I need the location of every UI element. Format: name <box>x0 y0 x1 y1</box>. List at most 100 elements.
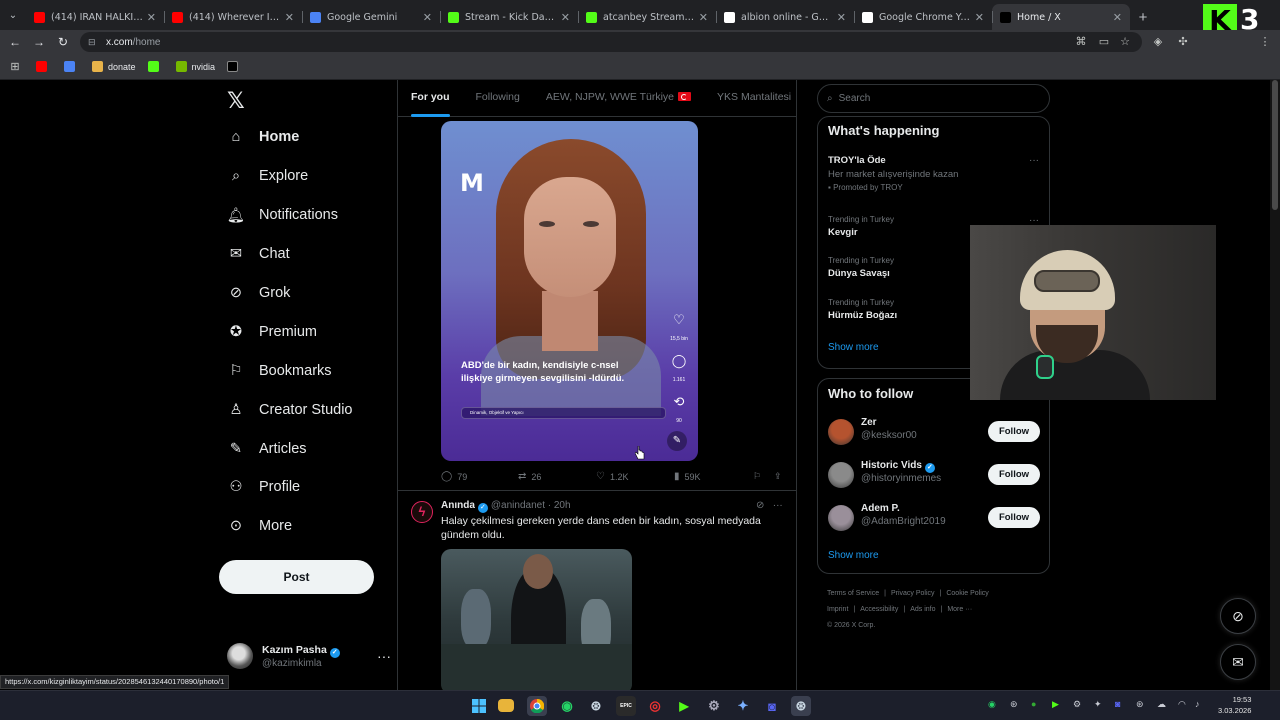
nav-profile[interactable]: ⚇ Profile <box>227 478 301 496</box>
bookmark-item[interactable] <box>36 61 52 72</box>
tray-steam2-icon[interactable]: ⊛ <box>1136 699 1144 710</box>
nav-notifications[interactable]: 🔔︎ Notifications <box>227 206 338 224</box>
trend-more-icon[interactable]: ··· <box>1029 155 1039 166</box>
author-avatar[interactable]: ϟ <box>411 501 433 523</box>
follow-button[interactable]: Follow <box>988 464 1040 485</box>
settings-gear-icon[interactable]: ⚙ <box>704 696 724 716</box>
follow-suggestion[interactable]: Adem P. @AdamBright2019 Follow <box>828 503 1040 535</box>
follow-suggestion[interactable]: Historic Vids ✓ @historyinmemes Follow <box>828 460 1040 492</box>
nav-chat[interactable]: ✉ Chat <box>227 245 290 263</box>
address-bar[interactable]: ⊟ x.com/home <box>80 32 1142 52</box>
bookmark-item[interactable]: donate <box>92 61 136 72</box>
whatsapp-icon[interactable]: ◉ <box>557 696 577 716</box>
steam-icon[interactable]: ⊛ <box>586 696 606 716</box>
system-clock[interactable]: 19:53 3.03.2026 <box>1218 694 1251 716</box>
tray-whatsapp-icon[interactable]: ◉ <box>988 699 996 710</box>
grok-fab-icon[interactable]: ⊘ <box>1220 598 1256 634</box>
messages-fab-icon[interactable]: ✉ <box>1220 644 1256 680</box>
browser-tab[interactable]: Google Chrome Yardım ✕ <box>854 4 992 30</box>
page-scrollbar[interactable] <box>1270 80 1280 690</box>
nav-premium[interactable]: ✪ Premium <box>227 323 317 341</box>
translate-icon[interactable]: ⌘ <box>1074 35 1088 49</box>
apps-grid-icon[interactable]: ⊞ <box>8 60 22 74</box>
suggestion-avatar[interactable] <box>828 505 854 531</box>
media-player-icon[interactable]: ▶ <box>674 696 694 716</box>
shield-extension-icon[interactable]: ◈ <box>1151 35 1165 49</box>
forward-icon[interactable]: → <box>27 35 51 49</box>
repost-button[interactable]: ⇄ 26 <box>518 471 541 482</box>
post-button[interactable]: Post <box>219 560 374 594</box>
epic-games-icon[interactable]: EPIC <box>616 696 636 716</box>
tray-media-icon[interactable]: ▶ <box>1052 699 1059 710</box>
bookmark-item[interactable] <box>64 61 80 72</box>
wifi-icon[interactable]: ◠ <box>1178 699 1186 710</box>
browser-tab[interactable]: (414) Wherever I May Ro ✕ <box>164 4 302 30</box>
footer-link[interactable]: Terms of Service <box>827 590 879 597</box>
new-tab-button[interactable]: + <box>1130 4 1156 30</box>
reload-icon[interactable]: ↻ <box>51 35 75 49</box>
tray-gear-icon[interactable]: ⚙ <box>1073 699 1081 710</box>
cast-icon[interactable]: ▭ <box>1097 35 1111 49</box>
tab-close-icon[interactable]: ✕ <box>423 11 432 24</box>
chrome-menu-icon[interactable]: ⋮ <box>1258 35 1272 49</box>
browser-tab[interactable]: Home / X ✕ <box>992 4 1130 30</box>
footer-link[interactable]: Imprint <box>827 606 848 613</box>
back-icon[interactable]: ← <box>3 35 27 49</box>
post-time[interactable]: 20h <box>554 500 571 511</box>
browser-tab[interactable]: (414) İRAN HALKINA ÇOK ✕ <box>26 4 164 30</box>
tray-cloud-icon[interactable]: ☁ <box>1157 699 1166 710</box>
tab-close-icon[interactable]: ✕ <box>561 11 570 24</box>
nav-articles[interactable]: ✎ Articles <box>227 440 307 458</box>
volume-icon[interactable]: ♪ <box>1195 699 1200 709</box>
search-input[interactable]: ⌕ Search <box>817 84 1050 113</box>
nav-more[interactable]: ⊙ More <box>227 517 292 535</box>
tab-search-button[interactable]: ⌄ <box>0 0 26 30</box>
post-more-icon[interactable]: ··· <box>773 500 783 511</box>
author-handle[interactable]: @anindanet <box>491 500 545 511</box>
site-info-icon[interactable]: ⊟ <box>88 37 98 47</box>
views-button[interactable]: ▮ 59K <box>674 471 701 482</box>
tab-for-you[interactable]: For you <box>398 80 463 117</box>
share-icon[interactable]: ⇪ <box>774 471 782 482</box>
reply-button[interactable]: ◯ 79 <box>441 471 467 482</box>
x-logo-icon[interactable]: 𝕏 <box>227 89 245 114</box>
follow-suggestion[interactable]: Zer @kesksor00 Follow <box>828 417 1040 449</box>
opera-gx-icon[interactable]: ◎ <box>645 696 665 716</box>
tab-close-icon[interactable]: ✕ <box>1113 11 1122 24</box>
tab-close-icon[interactable]: ✕ <box>147 11 156 24</box>
browser-tab[interactable]: atcanbey Stream - Watch ✕ <box>578 4 716 30</box>
suggestion-avatar[interactable] <box>828 419 854 445</box>
tray-green-icon[interactable]: ● <box>1031 699 1036 709</box>
author-name[interactable]: Anında <box>441 500 475 511</box>
tab-close-icon[interactable]: ✕ <box>285 11 294 24</box>
bookmark-item[interactable]: nvidia <box>175 61 215 72</box>
suggestion-avatar[interactable] <box>828 462 854 488</box>
account-switcher[interactable]: Kazım Pasha ✓ @kazimkimla ··· <box>227 643 391 669</box>
nav-explore[interactable]: ⌕ Explore <box>227 167 308 185</box>
trends-show-more[interactable]: Show more <box>828 342 879 353</box>
discord-icon[interactable]: ◙ <box>762 696 782 716</box>
footer-link[interactable]: Ads info <box>910 606 935 613</box>
tray-discord-icon[interactable]: ◙ <box>1115 699 1120 709</box>
nav-creator-studio[interactable]: ♙ Creator Studio <box>227 401 353 419</box>
tab-yks-mantalitesi[interactable]: YKS Mantalitesi <box>704 80 796 117</box>
promoted-trend[interactable]: TROY'la Öde Her market alışverişinde kaz… <box>828 155 1043 192</box>
browser-tab[interactable]: albion online - Google'da ✕ <box>716 4 854 30</box>
browser-tab[interactable]: Stream - Kick Dashboard ✕ <box>440 4 578 30</box>
tab-following[interactable]: Following <box>463 80 533 117</box>
follow-show-more[interactable]: Show more <box>828 550 879 561</box>
tab-close-icon[interactable]: ✕ <box>837 11 846 24</box>
account-more-icon[interactable]: ··· <box>377 648 391 664</box>
chrome-taskbar-icon[interactable] <box>527 696 547 716</box>
tray-network-icon[interactable]: ✦ <box>1094 699 1102 710</box>
nav-home[interactable]: ⌂ Home <box>227 128 300 146</box>
tab-aew-njpw-wwe[interactable]: AEW, NJPW, WWE Türkiye <box>533 80 704 117</box>
grok-explain-icon[interactable]: ⊘ <box>756 500 764 511</box>
follow-button[interactable]: Follow <box>988 421 1040 442</box>
bookmark-item[interactable] <box>227 61 243 72</box>
bookmark-icon[interactable]: ⚐ <box>753 471 761 482</box>
bookmark-star-icon[interactable]: ☆ <box>1118 35 1132 49</box>
media-grok-icon[interactable]: ✎ <box>667 431 687 451</box>
tray-steam-icon[interactable]: ⊛ <box>1010 699 1018 710</box>
extensions-icon[interactable]: ✣ <box>1176 35 1190 49</box>
